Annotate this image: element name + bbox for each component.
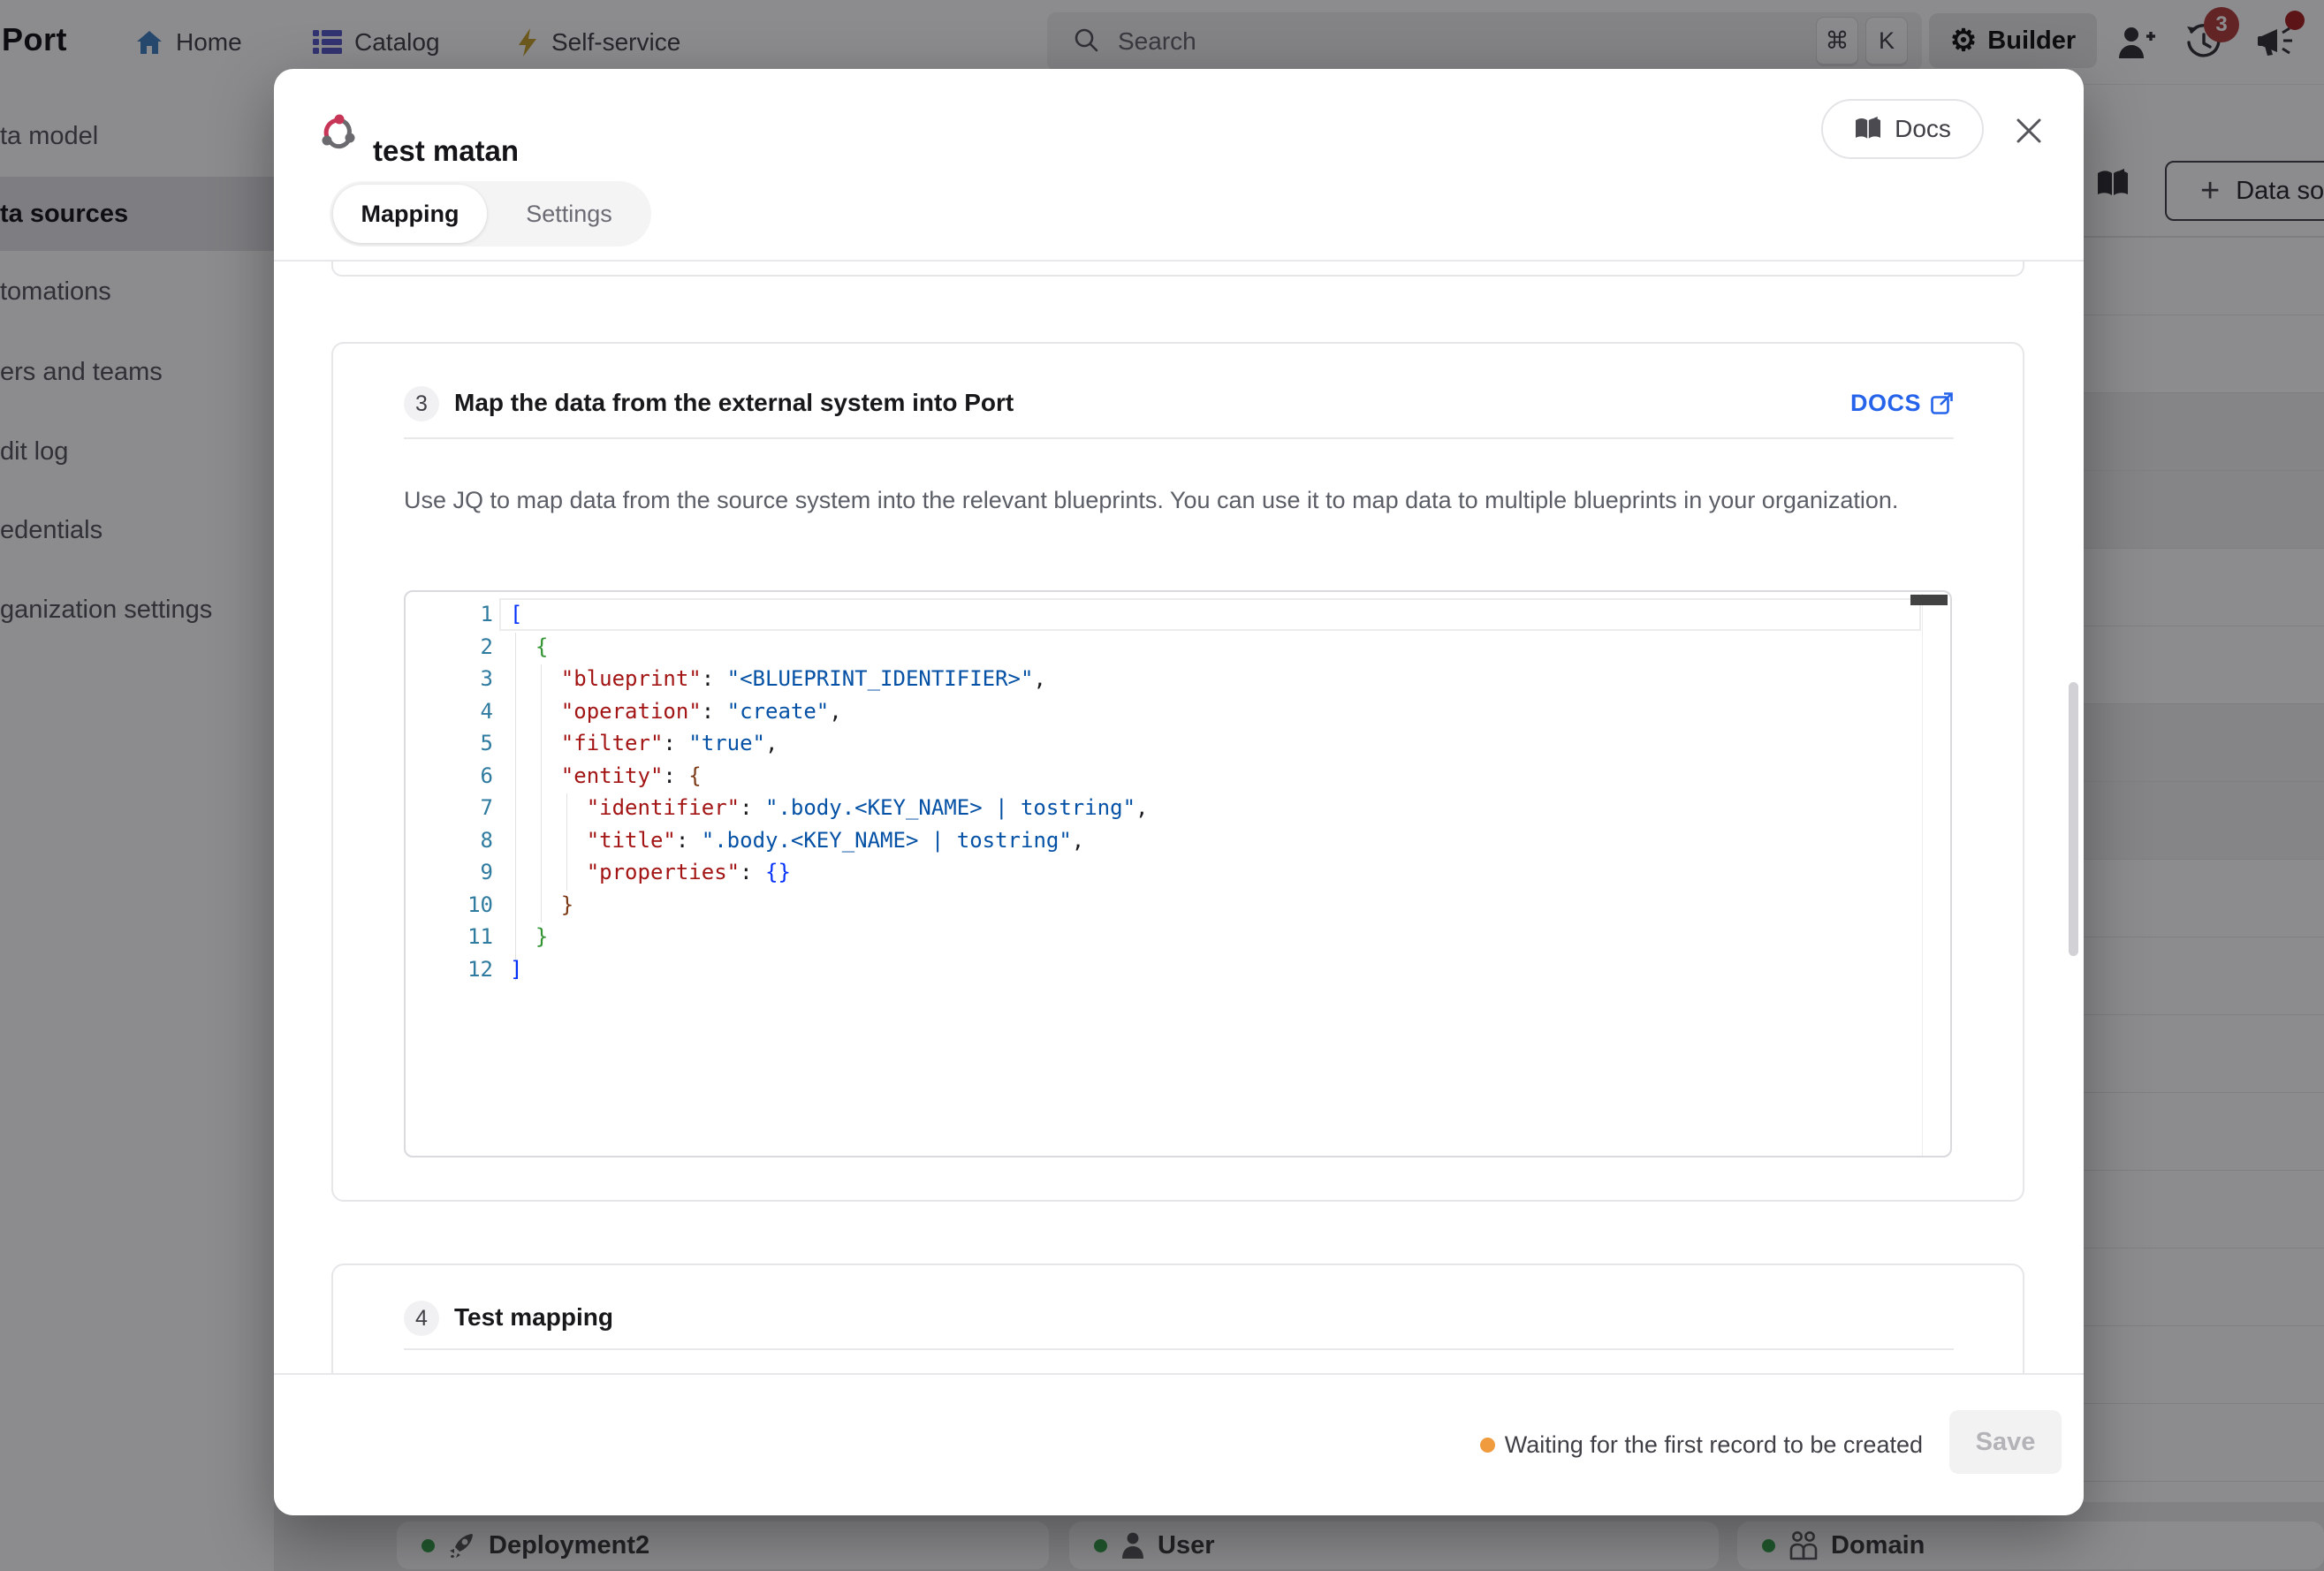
modal-tabs: MappingSettings <box>330 181 651 247</box>
code-line: 7 "identifier": ".body.<KEY_NAME> | tost… <box>406 792 1950 824</box>
line-number: 10 <box>406 889 493 922</box>
line-number: 3 <box>406 663 493 695</box>
modal-footer: Waiting for the first record to be creat… <box>274 1373 2084 1515</box>
data-source-modal: test matan Docs MappingSettings 3 Map th… <box>274 69 2084 1515</box>
status-dot <box>1480 1438 1495 1453</box>
line-number: 4 <box>406 695 493 728</box>
jq-mapping-editor[interactable]: 1[2 {3 "blueprint": "<BLUEPRINT_IDENTIFI… <box>404 590 1952 1157</box>
line-number: 11 <box>406 921 493 953</box>
code-line: 2 { <box>406 631 1950 664</box>
code-text: ] <box>510 953 522 986</box>
docs-link[interactable]: DOCS <box>1850 390 1954 417</box>
section-header-divider <box>404 437 1954 439</box>
code-line: 8 "title": ".body.<KEY_NAME> | tostring"… <box>406 824 1950 857</box>
code-text: "blueprint": "<BLUEPRINT_IDENTIFIER>", <box>510 663 1046 695</box>
page: Port HomeCatalogSelf-service Search ⌘K ⚙… <box>0 0 2324 1571</box>
code-line: 10 } <box>406 889 1950 922</box>
code-text: "entity": { <box>510 760 702 793</box>
book-icon <box>1854 117 1882 141</box>
code-line: 9 "properties": {} <box>406 856 1950 889</box>
line-number: 7 <box>406 792 493 824</box>
code-line: 6 "entity": { <box>406 760 1950 793</box>
docs-button[interactable]: Docs <box>1821 99 1984 159</box>
section-header-divider <box>404 1348 1954 1350</box>
step-number-badge: 4 <box>404 1301 439 1336</box>
test-section-title: Test mapping <box>454 1303 613 1332</box>
modal-title: test matan <box>373 134 519 168</box>
external-link-icon <box>1930 391 1954 415</box>
code-line: 12] <box>406 953 1950 986</box>
docs-link-label: DOCS <box>1850 390 1921 417</box>
tab-mapping[interactable]: Mapping <box>333 185 487 243</box>
code-line: 4 "operation": "create", <box>406 695 1950 728</box>
line-number: 1 <box>406 598 493 631</box>
line-number: 12 <box>406 953 493 986</box>
editor-scrollbar-track <box>1922 594 1923 1156</box>
line-number: 5 <box>406 727 493 760</box>
webhook-icon <box>318 111 359 156</box>
code-line: 5 "filter": "true", <box>406 727 1950 760</box>
code-text: "identifier": ".body.<KEY_NAME> | tostri… <box>510 792 1148 824</box>
previous-section-card-edge <box>331 261 2024 277</box>
line-number: 8 <box>406 824 493 857</box>
save-button[interactable]: Save <box>1949 1410 2062 1474</box>
code-text: { <box>510 631 548 664</box>
tab-settings[interactable]: Settings <box>487 185 651 243</box>
docs-button-label: Docs <box>1895 115 1951 143</box>
mapping-description: Use JQ to map data from the source syste… <box>404 479 1915 521</box>
mapping-section-title: Map the data from the external system in… <box>454 389 1014 417</box>
code-text: "properties": {} <box>510 856 791 889</box>
code-line: 3 "blueprint": "<BLUEPRINT_IDENTIFIER>", <box>406 663 1950 695</box>
code-text: [ <box>510 598 522 631</box>
editor-overview-mark <box>1910 595 1948 605</box>
line-number: 9 <box>406 856 493 889</box>
code-text: } <box>510 889 573 922</box>
line-number: 6 <box>406 760 493 793</box>
code-text: "operation": "create", <box>510 695 842 728</box>
status-text: Waiting for the first record to be creat… <box>1505 1431 1923 1459</box>
code-line: 1[ <box>406 598 1950 631</box>
code-text: } <box>510 921 548 953</box>
close-icon[interactable] <box>2011 113 2047 148</box>
modal-scrollbar-thumb[interactable] <box>2069 682 2078 956</box>
line-number: 2 <box>406 631 493 664</box>
step-number-badge: 3 <box>404 386 439 421</box>
code-text: "filter": "true", <box>510 727 778 760</box>
code-line: 11 } <box>406 921 1950 953</box>
code-text: "title": ".body.<KEY_NAME> | tostring", <box>510 824 1084 857</box>
